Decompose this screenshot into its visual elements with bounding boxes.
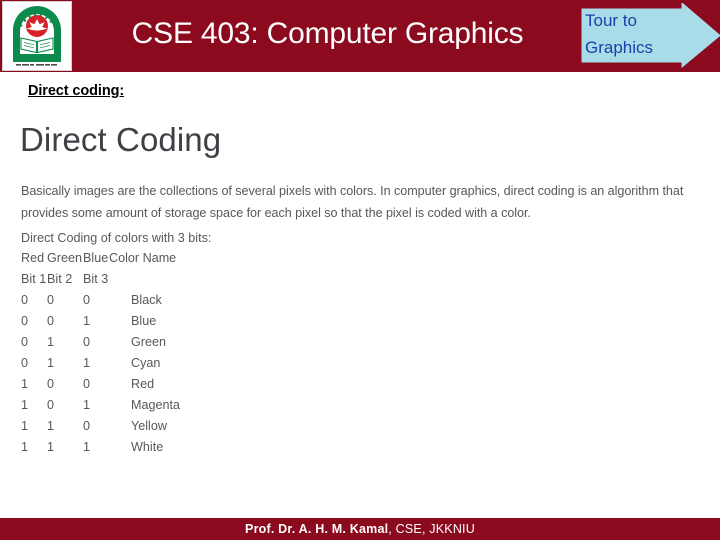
cell-bit2: 1: [47, 419, 55, 433]
document-paragraph: Basically images are the collections of …: [21, 184, 684, 220]
header-green: Green: [47, 251, 83, 265]
cell-color-name: Black: [131, 293, 162, 307]
table-row: 0 0 1 Blue: [21, 311, 180, 332]
cell-bit3: 0: [83, 293, 91, 307]
header-bit3: Bit 3: [83, 272, 109, 286]
cell-color-name: Cyan: [131, 356, 161, 370]
cell-bit3: 1: [83, 398, 91, 412]
table-row: 1 1 1 White: [21, 437, 180, 458]
table-header-row-1: Red Green Blue Color Name: [21, 248, 180, 269]
cell-bit1: 1: [21, 419, 29, 433]
table-row: 0 0 0 Black: [21, 290, 180, 311]
cell-bit1: 1: [21, 377, 29, 391]
cell-bit2: 1: [47, 356, 55, 370]
cell-bit3: 1: [83, 440, 91, 454]
header-bit1: Bit 1: [21, 272, 47, 286]
table-row: 1 0 0 Red: [21, 374, 180, 395]
table-caption: Direct Coding of colors with 3 bits:: [21, 231, 212, 245]
cell-bit2: 0: [47, 293, 55, 307]
slide-subtitle: Direct coding:: [28, 83, 125, 99]
footer-credit: Prof. Dr. A. H. M. Kamal, CSE, JKKNIU: [245, 522, 475, 536]
cell-color-name: Magenta: [131, 398, 181, 412]
cell-color-name: Yellow: [131, 419, 167, 433]
header-blue: Blue: [83, 251, 109, 265]
cell-bit1: 0: [21, 293, 29, 307]
cell-bit2: 1: [47, 335, 55, 349]
cell-bit3: 1: [83, 356, 91, 370]
banner-label-line2: Graphics: [585, 38, 654, 57]
cell-color-name: Green: [131, 335, 167, 349]
cell-bit1: 0: [21, 314, 29, 328]
cell-color-name: White: [131, 440, 164, 454]
tour-to-graphics-banner[interactable]: Tour to Graphics: [580, 3, 720, 68]
table-row: 1 0 1 Magenta: [21, 395, 180, 416]
banner-label: Tour to Graphics: [585, 7, 681, 64]
slide-root: CSE 403: Computer Graphics Tour to Graph…: [0, 0, 720, 540]
header-color-name: Color Name: [109, 251, 177, 265]
table-row: 0 1 0 Green: [21, 332, 180, 353]
cell-bit2: 1: [47, 440, 55, 454]
cell-bit3: 0: [83, 335, 91, 349]
cell-bit3: 0: [83, 419, 91, 433]
footer-bar: Prof. Dr. A. H. M. Kamal, CSE, JKKNIU: [0, 518, 720, 540]
header-red: Red: [21, 251, 45, 265]
document-heading: Direct Coding: [20, 121, 222, 158]
cell-bit3: 1: [83, 314, 91, 328]
table-row: 1 1 0 Yellow: [21, 416, 180, 437]
cell-bit2: 0: [47, 398, 55, 412]
header-blank: [109, 269, 180, 290]
table-header-row-2: Bit 1 Bit 2 Bit 3: [21, 269, 180, 290]
table-row: 0 1 1 Cyan: [21, 353, 180, 374]
page-title: CSE 403: Computer Graphics: [131, 17, 524, 50]
cell-bit3: 0: [83, 377, 91, 391]
cell-color-name: Red: [131, 377, 155, 391]
cell-bit1: 0: [21, 356, 29, 370]
cell-bit1: 1: [21, 398, 29, 412]
content-area: Direct Coding Basically images are the c…: [0, 110, 720, 510]
footer-affiliation: , CSE, JKKNIU: [388, 522, 475, 536]
header-bit2: Bit 2: [47, 272, 73, 286]
cell-color-name: Blue: [131, 314, 157, 328]
university-logo: [2, 1, 72, 71]
cell-bit1: 0: [21, 335, 29, 349]
cell-bit2: 0: [47, 314, 55, 328]
university-seal-logo: [3, 2, 71, 70]
color-bit-table: Red Green Blue Color Name Bit 1 Bit 2 Bi…: [21, 248, 180, 458]
footer-author: Prof. Dr. A. H. M. Kamal: [245, 522, 389, 536]
cell-bit1: 1: [21, 440, 29, 454]
cell-bit2: 0: [47, 377, 55, 391]
banner-label-line1: Tour to: [585, 11, 637, 30]
